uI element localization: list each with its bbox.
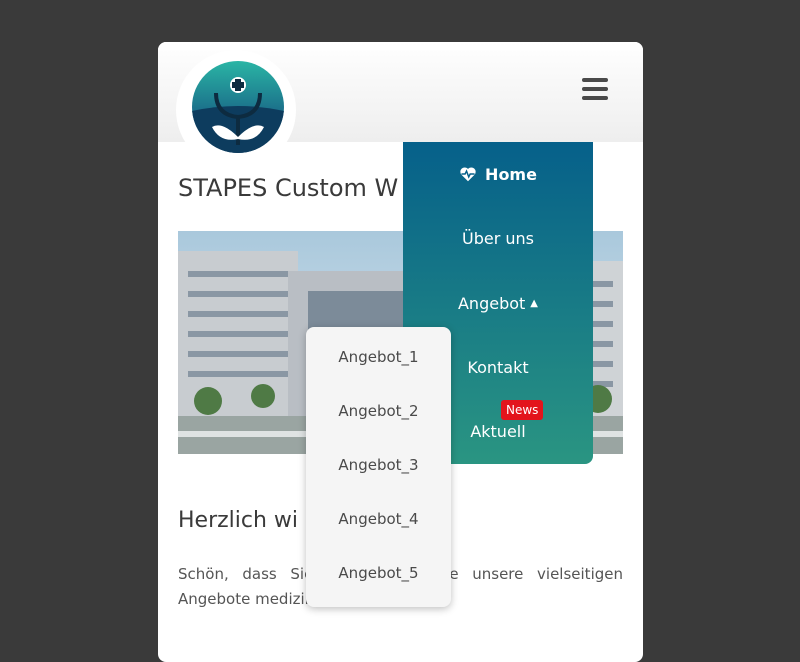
dropdown-item-angebot-2[interactable]: Angebot_2 (306, 384, 451, 438)
section-heading: Herzlich wi (178, 508, 299, 533)
dropdown-item-angebot-3[interactable]: Angebot_3 (306, 438, 451, 492)
nav-item-label: Aktuell (470, 421, 526, 441)
nav-item-angebot[interactable]: Angebot ▲ (403, 271, 593, 335)
angebot-dropdown: Angebot_1 Angebot_2 Angebot_3 Angebot_4 … (306, 327, 451, 607)
site-header (158, 42, 643, 170)
news-badge: News (501, 400, 544, 420)
nav-item-ueber-uns[interactable]: Über uns (403, 206, 593, 270)
heartbeat-icon (460, 167, 476, 182)
nav-item-label: Kontakt (467, 357, 529, 377)
caret-up-icon: ▲ (530, 297, 538, 309)
nav-item-label: Über uns (462, 228, 534, 248)
dropdown-item-angebot-4[interactable]: Angebot_4 (306, 492, 451, 546)
dropdown-item-angebot-5[interactable]: Angebot_5 (306, 546, 451, 600)
nav-item-label: Home (485, 164, 537, 184)
dropdown-item-angebot-1[interactable]: Angebot_1 (306, 330, 451, 384)
stethoscope-leaf-logo-icon (192, 61, 284, 153)
nav-item-label: Angebot (457, 293, 526, 313)
nav-item-home[interactable]: Home (403, 142, 593, 206)
hamburger-icon[interactable] (580, 78, 610, 106)
logo[interactable] (176, 50, 296, 170)
page-title: STAPES Custom W (178, 174, 399, 202)
